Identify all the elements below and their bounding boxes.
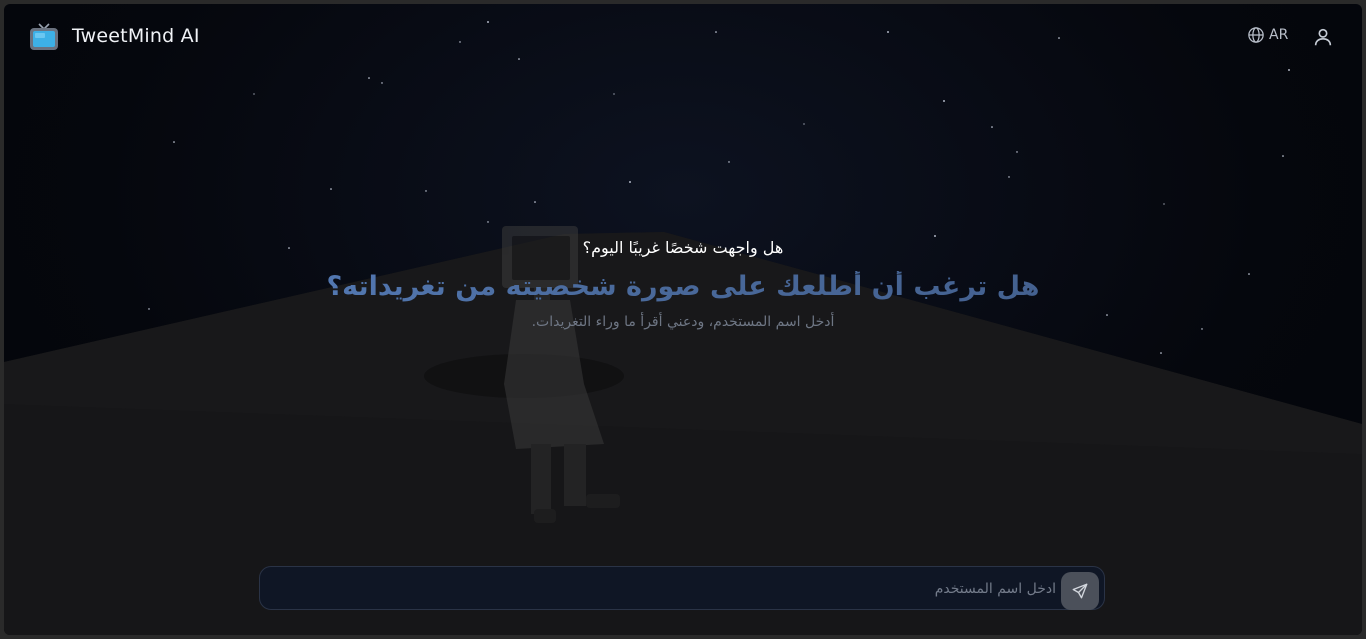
username-input[interactable] <box>274 567 1058 611</box>
user-icon[interactable] <box>1312 26 1334 48</box>
hero-headline: هل ترغب أن أطلعك على صورة شخصيته من تغري… <box>4 271 1362 302</box>
username-form <box>259 566 1105 611</box>
brand-name: TweetMind AI <box>72 25 200 47</box>
hero: هل واجهت شخصًا غريبًا اليوم؟ هل ترغب أن … <box>4 234 1362 330</box>
send-button[interactable] <box>1061 572 1099 610</box>
app-window: TweetMind AI AR هل واجهت شخصًا غريبًا ال… <box>4 4 1362 635</box>
retro-tv-icon <box>30 23 58 50</box>
brand[interactable]: TweetMind AI <box>28 20 200 52</box>
language-label: AR <box>1269 27 1289 43</box>
hero-subtitle: أدخل اسم المستخدم، ودعني أقرأ ما وراء ال… <box>531 314 835 330</box>
globe-icon <box>1248 27 1264 43</box>
language-switcher[interactable]: AR <box>1247 26 1288 44</box>
top-bar: TweetMind AI AR <box>4 4 1362 72</box>
hero-eyebrow: هل واجهت شخصًا غريبًا اليوم؟ <box>582 238 784 257</box>
send-icon <box>1072 583 1088 599</box>
